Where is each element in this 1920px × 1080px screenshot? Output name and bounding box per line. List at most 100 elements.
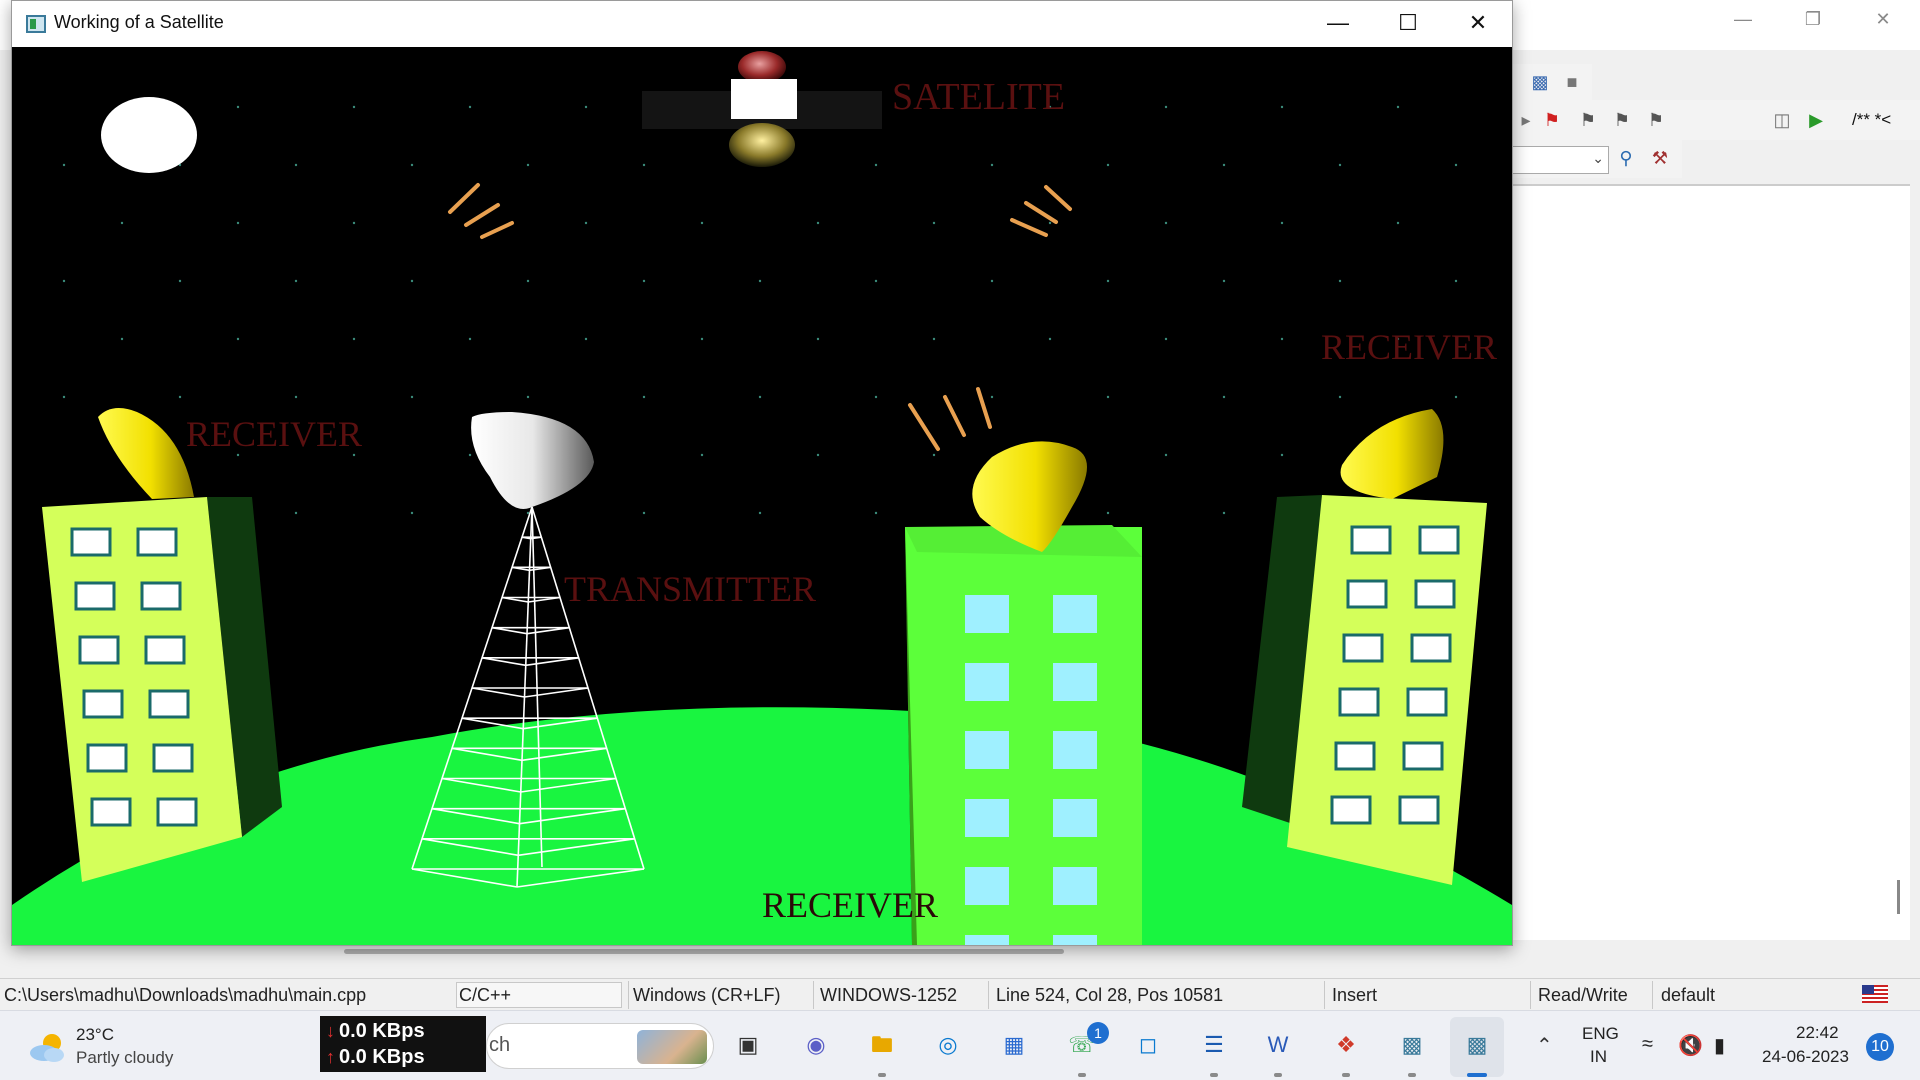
star bbox=[526, 511, 530, 515]
flag-clear-icon[interactable]: ⚑ bbox=[1642, 106, 1670, 134]
codeblocks-icon[interactable]: ❖ bbox=[1326, 1025, 1366, 1065]
word-icon[interactable]: W bbox=[1258, 1025, 1298, 1065]
satellite-app-icon[interactable]: ▩ bbox=[1457, 1025, 1497, 1065]
ide-close-button[interactable]: ✕ bbox=[1860, 4, 1906, 34]
flag-next-icon[interactable]: ⚑ bbox=[1608, 106, 1636, 134]
ide-editor-pane[interactable] bbox=[1512, 184, 1910, 940]
chat-icon[interactable]: ◉ bbox=[796, 1025, 836, 1065]
star bbox=[120, 221, 124, 225]
star bbox=[1222, 279, 1226, 283]
star bbox=[1048, 221, 1052, 225]
running-indicator bbox=[1078, 1073, 1086, 1077]
wrench-icon[interactable]: ⚒ bbox=[1646, 144, 1674, 172]
star bbox=[468, 337, 472, 341]
search-highlight-image bbox=[637, 1030, 707, 1064]
clock-date[interactable]: 24-06-2023 bbox=[1762, 1047, 1849, 1067]
ide-horizontal-scrollbar[interactable] bbox=[320, 945, 1910, 959]
ide-combo-select[interactable]: ⌄ bbox=[1512, 146, 1609, 174]
run-icon[interactable]: ▶ bbox=[1802, 106, 1830, 134]
building-window bbox=[86, 743, 128, 773]
star bbox=[120, 337, 124, 341]
flag-prev-icon[interactable]: ⚑ bbox=[1574, 106, 1602, 134]
input-region[interactable]: IN bbox=[1590, 1047, 1607, 1067]
close-button[interactable]: ✕ bbox=[1443, 1, 1513, 47]
building-window bbox=[965, 731, 1009, 769]
building-window bbox=[1398, 795, 1440, 825]
app-icon bbox=[26, 15, 46, 33]
task-view-icon[interactable]: ▣ bbox=[728, 1025, 768, 1065]
building-window bbox=[78, 635, 120, 665]
running-indicator bbox=[1342, 1073, 1350, 1077]
chevron-up-icon[interactable]: ⌃ bbox=[1536, 1033, 1553, 1058]
label-receiver-right: RECEIVER bbox=[1321, 327, 1497, 367]
star bbox=[932, 337, 936, 341]
building-window bbox=[1342, 633, 1384, 663]
taskbar: 23°C Partly cloudy ↓ 0.0 KBps ↑ 0.0 KBps c… bbox=[0, 1010, 1920, 1080]
building-window bbox=[965, 799, 1009, 837]
star bbox=[874, 511, 878, 515]
taskbar-search[interactable]: ch bbox=[486, 1023, 714, 1069]
arrow-right-icon[interactable]: ▸ bbox=[1512, 106, 1540, 134]
star bbox=[410, 163, 414, 167]
star bbox=[468, 105, 472, 109]
notepad-icon[interactable]: ☰ bbox=[1194, 1025, 1234, 1065]
ide-vertical-scrollbar[interactable] bbox=[1897, 880, 1900, 914]
building-window bbox=[1406, 687, 1448, 717]
net-down-speed: 0.0 KBps bbox=[339, 1020, 425, 1042]
star bbox=[1454, 163, 1458, 167]
edge-icon[interactable]: ◎ bbox=[928, 1025, 968, 1065]
building-window bbox=[1402, 741, 1444, 771]
star bbox=[700, 453, 704, 457]
building-window bbox=[1410, 633, 1452, 663]
store-icon[interactable]: ▦ bbox=[994, 1025, 1034, 1065]
status-access: Read/Write bbox=[1538, 985, 1628, 1005]
ide-scroll-thumb[interactable] bbox=[344, 949, 1064, 954]
building-left bbox=[42, 497, 282, 882]
ide-minimize-button[interactable]: — bbox=[1720, 4, 1766, 34]
ide-tool-icon[interactable]: ▩ bbox=[1526, 68, 1554, 96]
satellite-top-dome bbox=[738, 51, 786, 83]
window-titlebar[interactable]: Working of a Satellite — ☐ ✕ bbox=[12, 1, 1512, 47]
star bbox=[1396, 105, 1400, 109]
building-window bbox=[1346, 579, 1388, 609]
ide-tool-icon[interactable]: ■ bbox=[1558, 68, 1586, 96]
weather-description[interactable]: Partly cloudy bbox=[76, 1048, 173, 1068]
star bbox=[1106, 511, 1110, 515]
star bbox=[642, 395, 646, 399]
label-receiver-bottom: RECEIVER bbox=[762, 885, 938, 925]
minimize-button[interactable]: — bbox=[1303, 1, 1373, 47]
star bbox=[1338, 163, 1342, 167]
chevron-down-icon: ⌄ bbox=[1592, 150, 1604, 166]
star bbox=[758, 279, 762, 283]
ide-restore-button[interactable]: ❐ bbox=[1790, 4, 1836, 34]
star bbox=[1164, 105, 1168, 109]
comment-button[interactable]: /** *< bbox=[1852, 106, 1912, 134]
running-indicator bbox=[878, 1073, 886, 1077]
status-line-endings: Windows (CR+LF) bbox=[633, 985, 781, 1005]
clock-time[interactable]: 22:42 bbox=[1796, 1023, 1839, 1043]
battery-icon[interactable]: ▮ bbox=[1714, 1033, 1725, 1058]
building-window bbox=[1053, 731, 1097, 769]
weather-temperature[interactable]: 23°C bbox=[76, 1025, 114, 1045]
building-window bbox=[1414, 579, 1456, 609]
search-icon[interactable]: ⚲ bbox=[1612, 144, 1640, 172]
wifi-icon[interactable]: ≈ bbox=[1642, 1033, 1653, 1056]
app-window-icon[interactable]: ▩ bbox=[1392, 1025, 1432, 1065]
net-up-speed: 0.0 KBps bbox=[339, 1046, 425, 1068]
database-icon[interactable]: ◫ bbox=[1768, 106, 1796, 134]
maximize-button[interactable]: ☐ bbox=[1373, 1, 1443, 47]
input-language[interactable]: ENG bbox=[1582, 1024, 1619, 1044]
file-explorer-icon[interactable]: 🖿 bbox=[862, 1025, 902, 1065]
star bbox=[352, 453, 356, 457]
notification-badge[interactable]: 10 bbox=[1866, 1033, 1894, 1061]
building-window bbox=[136, 527, 178, 557]
status-separator bbox=[1652, 981, 1653, 1009]
cortana-icon[interactable]: ◻ bbox=[1128, 1025, 1168, 1065]
star bbox=[294, 511, 298, 515]
upload-arrow-icon: ↑ bbox=[326, 1047, 335, 1067]
volume-muted-icon[interactable]: 🔇 bbox=[1678, 1033, 1703, 1058]
building-window bbox=[90, 797, 132, 827]
flag-icon[interactable]: ⚑ bbox=[1538, 106, 1566, 134]
star bbox=[1222, 395, 1226, 399]
window-title: Working of a Satellite bbox=[54, 12, 224, 32]
